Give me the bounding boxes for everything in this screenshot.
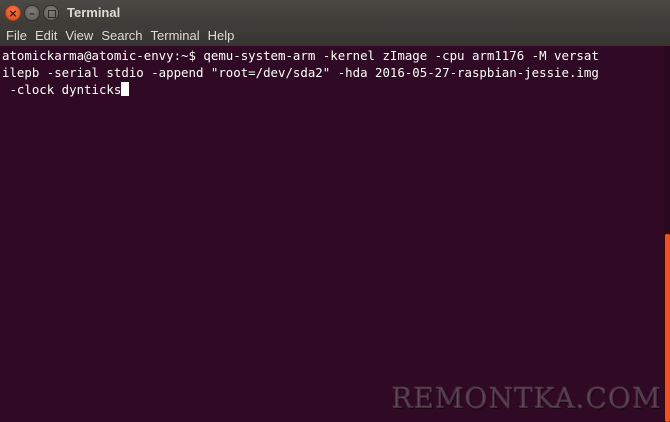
menu-bar: File Edit View Search Terminal Help bbox=[0, 26, 670, 46]
menu-edit[interactable]: Edit bbox=[31, 26, 61, 46]
terminal-line-text: atomickarma@atomic-envy:~$ qemu-system-a… bbox=[2, 48, 599, 63]
terminal-line: ilepb -serial stdio -append "root=/dev/s… bbox=[2, 64, 664, 81]
terminal-window: × – Terminal File Edit View Search Termi… bbox=[0, 0, 670, 422]
menu-view[interactable]: View bbox=[61, 26, 97, 46]
maximize-icon[interactable] bbox=[43, 5, 59, 21]
terminal-line: atomickarma@atomic-envy:~$ qemu-system-a… bbox=[2, 47, 664, 64]
terminal-line-text: ilepb -serial stdio -append "root=/dev/s… bbox=[2, 65, 599, 80]
title-bar[interactable]: × – Terminal bbox=[0, 0, 670, 27]
terminal-output[interactable]: atomickarma@atomic-envy:~$ qemu-system-a… bbox=[0, 46, 664, 422]
close-icon[interactable]: × bbox=[5, 5, 21, 21]
text-cursor bbox=[121, 82, 130, 96]
watermark: REMONTKA.COM bbox=[391, 382, 662, 415]
window-title: Terminal bbox=[67, 5, 121, 20]
terminal-line: -clock dynticks bbox=[2, 81, 664, 98]
scrollbar[interactable] bbox=[664, 46, 670, 422]
menu-search[interactable]: Search bbox=[97, 26, 146, 46]
menu-terminal[interactable]: Terminal bbox=[147, 26, 204, 46]
minimize-icon[interactable]: – bbox=[24, 5, 40, 21]
menu-file[interactable]: File bbox=[2, 26, 31, 46]
maximize-square-glyph bbox=[48, 10, 56, 18]
terminal-line-text: -clock dynticks bbox=[2, 82, 122, 97]
scrollbar-thumb[interactable] bbox=[665, 234, 670, 422]
menu-help[interactable]: Help bbox=[204, 26, 239, 46]
